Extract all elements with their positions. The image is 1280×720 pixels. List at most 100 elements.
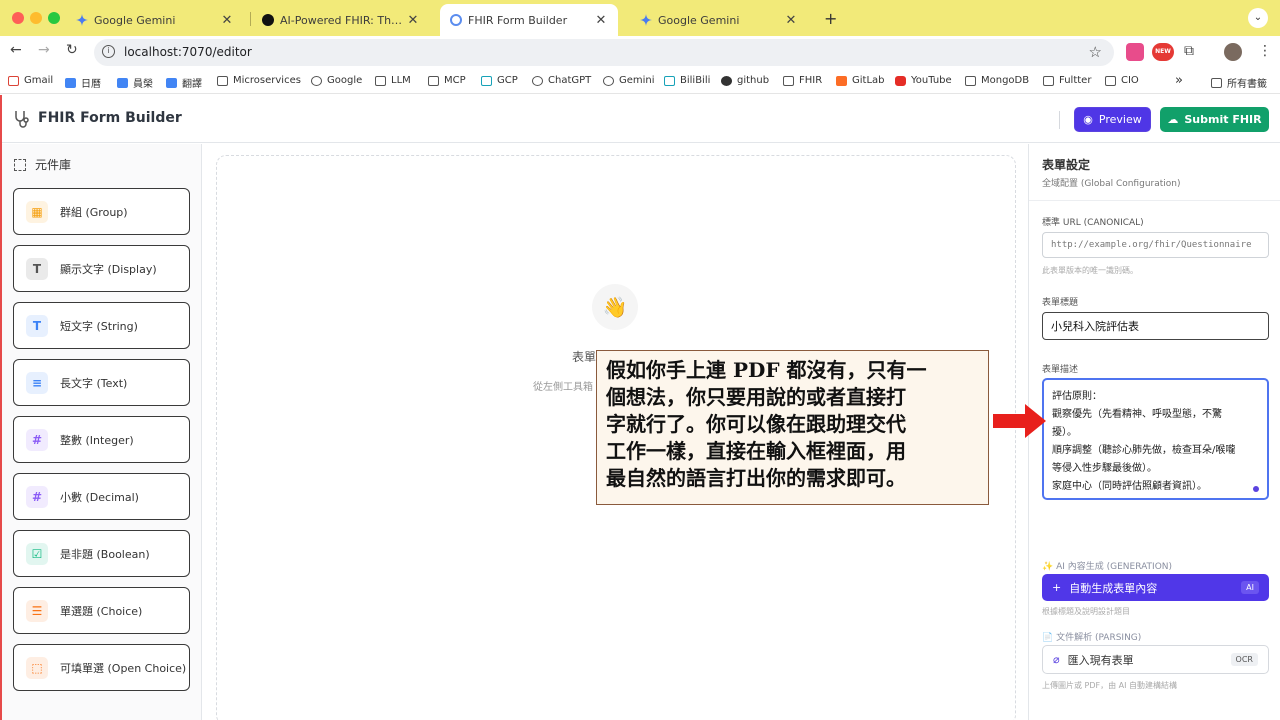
import-form-button[interactable]: ⌀ 匯入現有表單 OCR [1042,645,1269,674]
back-arrow-icon[interactable]: ← [10,42,22,58]
tab-close-icon[interactable]: ✕ [784,13,798,28]
url-text[interactable]: localhost:7070/editor [124,45,252,59]
gcp-icon [481,75,492,86]
bookmark-item[interactable]: Gemini [603,75,655,86]
extension-new-badge-icon[interactable]: NEW [1152,43,1174,61]
browser-tab[interactable]: AI-Powered FHIR: The Future ✕ [252,4,430,36]
extensions-puzzle-icon[interactable]: ⧉ [1184,43,1202,61]
bookmark-item[interactable]: Gmail [8,75,53,86]
translate-icon [166,77,177,88]
browser-menu-icon[interactable]: ⋮ [1258,43,1276,61]
bookmark-folder[interactable]: Fultter [1043,75,1091,86]
tab-title: AI-Powered FHIR: The Future [280,13,406,27]
ai-generation-hint: 根據標題及說明設計題目 [1042,607,1130,616]
bookmark-folder[interactable]: CIO [1105,75,1139,86]
bookmark-item[interactable]: 翻譯 [166,75,202,90]
form-description-textarea[interactable]: 評估原則： 觀察優先（先看精神、呼吸型態，不驚 擾）。 順序調整（聽診心肺先做，… [1042,378,1269,500]
component-item[interactable]: # 小數 (Decimal) [13,473,190,520]
plus-icon: + [1052,581,1062,594]
bookmark-item[interactable]: 日曆 [65,75,101,90]
browser-tab[interactable]: Google Gemini ✕ [66,4,244,36]
form-title-label: 表單標題 [1042,298,1079,308]
list-choice-icon: ☰ [26,599,48,622]
app-title: FHIR Form Builder [38,110,182,126]
component-library: 元件庫 ▦ 群組 (Group) T 顯示文字 (Display) T 短文字 (Stri… [2,144,202,720]
bookmark-item[interactable]: GCP [481,75,518,86]
canonical-url-label: 標準 URL (CANONICAL) [1042,218,1144,228]
component-item[interactable]: T 顯示文字 (Display) [13,245,190,292]
bookmark-folder[interactable]: MCP [428,75,466,86]
tab-close-icon[interactable]: ✕ [406,13,420,28]
app-header: FHIR Form Builder ◉ Preview ☁ Submit FHI… [2,95,1280,143]
bookmark-folder[interactable]: LLM [375,75,411,86]
component-item[interactable]: ☰ 單選題 (Choice) [13,587,190,634]
canonical-url-input[interactable]: http://example.org/fhir/Questionnaire [1042,232,1269,258]
new-tab-button[interactable]: + [824,9,837,28]
folder-icon [1211,77,1222,88]
resize-dot-icon[interactable] [1253,486,1259,492]
submit-fhir-button[interactable]: ☁ Submit FHIR [1160,107,1269,132]
reload-icon[interactable]: ↻ [66,42,78,58]
maximize-window-button[interactable] [48,12,60,24]
component-item[interactable]: ≡ 長文字 (Text) [13,359,190,406]
address-bar[interactable]: i localhost:7070/editor ☆ [94,39,1114,66]
settings-title: 表單設定 [1042,158,1091,172]
bookmark-item[interactable]: github [721,75,769,86]
tab-close-icon[interactable]: ✕ [594,13,608,28]
stethoscope-icon [15,111,29,128]
component-label: 群組 (Group) [60,205,128,219]
component-label: 單選題 (Choice) [60,604,143,618]
close-window-button[interactable] [12,12,24,24]
bookmarks-overflow-icon[interactable]: » [1175,73,1183,88]
import-hint: 上傳圖片或 PDF，由 AI 自動建構結構 [1042,681,1178,690]
bookmark-star-icon[interactable]: ☆ [1089,43,1102,61]
forward-arrow-icon[interactable]: → [38,42,50,58]
bookmark-item[interactable]: 員榮 [117,75,153,90]
component-label: 是非題 (Boolean) [60,547,150,561]
bookmark-item[interactable]: BiliBili [664,75,710,86]
site-info-icon[interactable]: i [102,45,115,58]
bookmark-folder[interactable]: FHIR [783,75,822,86]
browser-toolbar: ← → ↻ i localhost:7070/editor ☆ NEW ⧉ ⋮ [0,36,1280,68]
parsing-section-label: 📄 文件解析 (PARSING) [1042,633,1142,643]
bookmark-item[interactable]: ChatGPT [532,75,591,86]
bookmark-item[interactable]: Google [311,75,362,86]
hash-decimal-icon: # [26,485,48,508]
github-icon [721,75,732,86]
tab-search-chevron-icon[interactable]: ⌄ [1248,8,1268,28]
minimize-window-button[interactable] [30,12,42,24]
open-choice-icon: ⬚ [26,656,48,679]
component-label: 小數 (Decimal) [60,490,139,504]
tab-close-icon[interactable]: ✕ [220,13,234,28]
preview-button[interactable]: ◉ Preview [1074,107,1151,132]
checkbox-icon: ☑ [26,542,48,565]
chatgpt-icon [532,75,543,86]
component-item[interactable]: ⬚ 可填單選 (Open Choice) [13,644,190,691]
browser-tab[interactable]: Google Gemini ✕ [630,4,808,36]
component-item[interactable]: ☑ 是非題 (Boolean) [13,530,190,577]
annotation-callout: 假如你手上連 PDF 都沒有，只有一 個想法，你只要用說的或者直接打 字就行了。… [596,350,989,505]
extension-pink-icon[interactable] [1126,43,1144,61]
youtube-icon [895,75,906,86]
browser-tab-active[interactable]: FHIR Form Builder ✕ [440,4,618,36]
component-label: 可填單選 (Open Choice) [60,661,187,675]
component-label: 顯示文字 (Display) [60,262,157,276]
component-item[interactable]: T 短文字 (String) [13,302,190,349]
bookmark-folder[interactable]: Microservices [217,75,301,86]
component-item[interactable]: # 整數 (Integer) [13,416,190,463]
folder-icon [1105,75,1116,86]
profile-avatar[interactable] [1224,43,1242,61]
ocr-badge: OCR [1230,653,1258,666]
component-item[interactable]: ▦ 群組 (Group) [13,188,190,235]
bookmark-item[interactable]: GitLab [836,75,885,86]
dark-circle-icon [262,14,274,26]
folder-icon [428,75,439,86]
form-title-input[interactable]: 小兒科入院評估表 [1042,312,1269,340]
auto-generate-button[interactable]: + 自動生成表單內容 AI [1042,574,1269,601]
bookmark-folder[interactable]: MongoDB [965,75,1029,86]
bookmark-item[interactable]: YouTube [895,75,952,86]
folder-icon [783,75,794,86]
all-bookmarks-folder[interactable]: 所有書籤 [1211,75,1267,90]
gitlab-icon [836,75,847,86]
folder-icon [217,75,228,86]
